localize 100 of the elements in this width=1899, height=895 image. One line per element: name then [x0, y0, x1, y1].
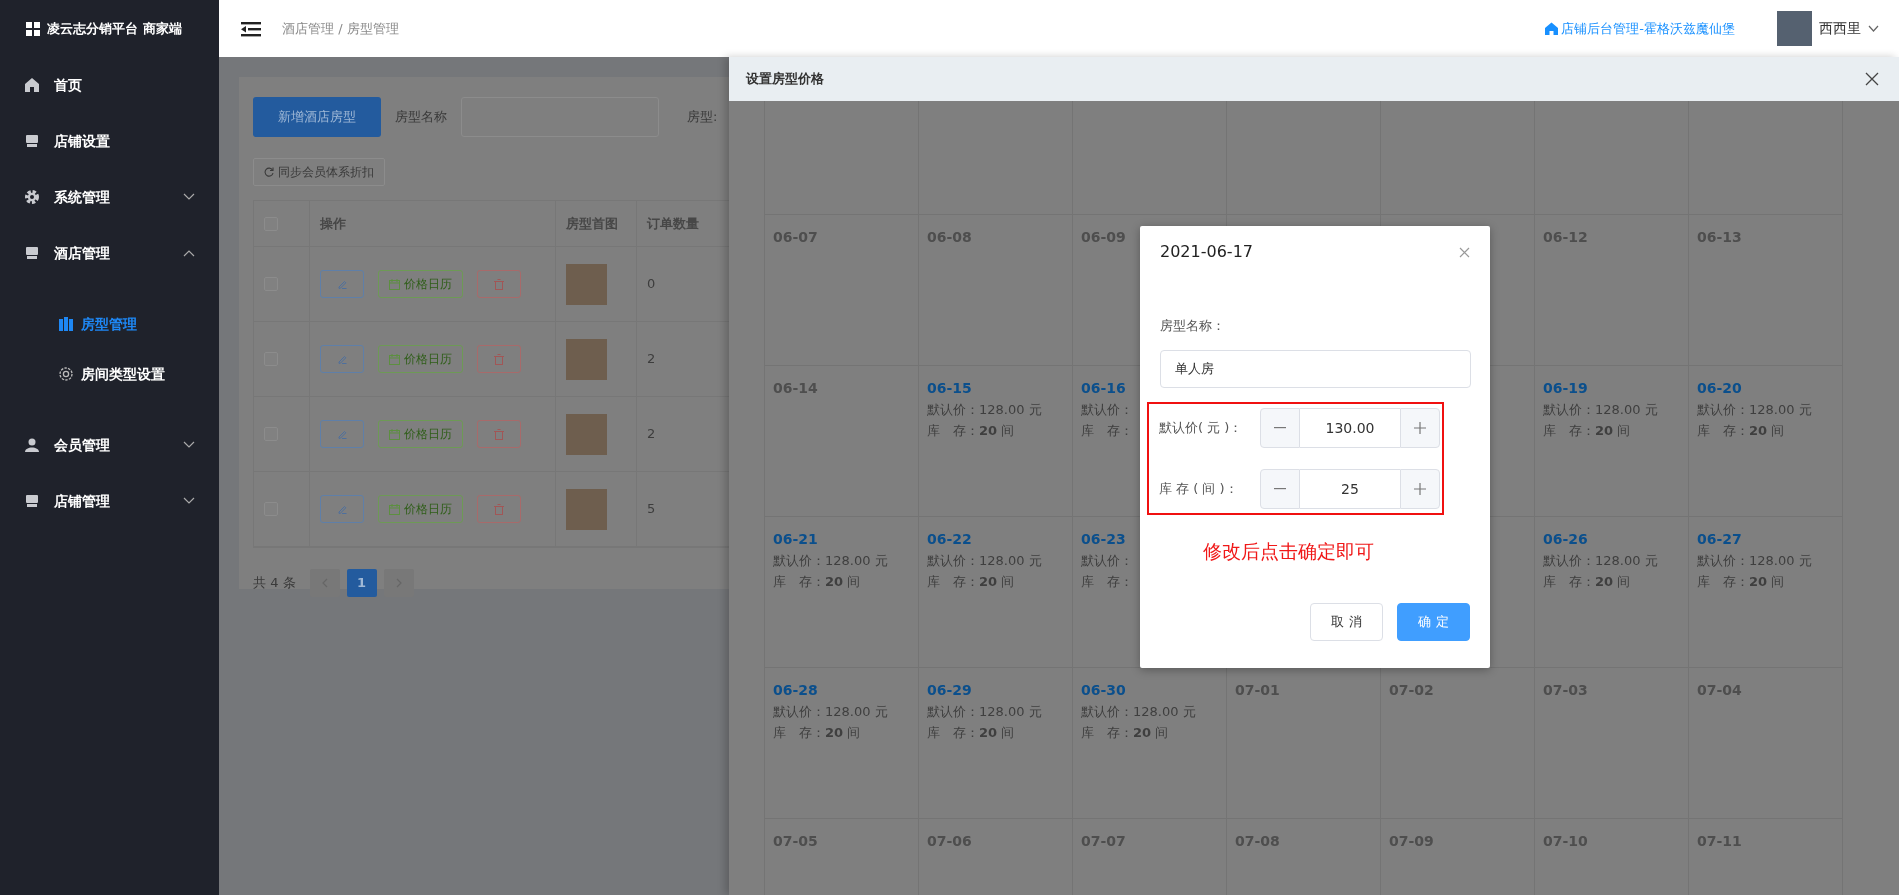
page-button[interactable]: 1: [346, 569, 377, 597]
calendar-icon: [389, 278, 400, 290]
total-count: 共 4 条: [253, 574, 296, 593]
submenu-item[interactable]: 房型管理: [0, 299, 219, 349]
chevron-icon: [183, 249, 195, 257]
minus-button[interactable]: [1260, 407, 1300, 448]
edit-button[interactable]: [320, 345, 364, 373]
calendar-icon: [389, 503, 400, 515]
price-calendar-button[interactable]: 价格日历: [378, 420, 463, 448]
order-count: 2: [646, 350, 657, 369]
calendar-date[interactable]: 06-26: [1543, 529, 1680, 550]
photo-placeholder: [566, 263, 607, 305]
plus-button[interactable]: [1400, 407, 1440, 448]
column-header: 房型首图: [556, 201, 637, 246]
calendar-date[interactable]: 06-27: [1697, 529, 1834, 550]
price-calendar-button[interactable]: 价格日历: [378, 270, 463, 298]
calendar-date[interactable]: 06-29: [927, 680, 1064, 701]
submenu-item[interactable]: 房间类型设置: [0, 349, 219, 399]
stock-count: 库 存：20 间: [1697, 573, 1785, 591]
calendar-date[interactable]: 06-22: [927, 529, 1064, 550]
order-count: 5: [646, 500, 657, 519]
stock-count: 库 存：20 间: [773, 573, 861, 591]
price-calendar-button[interactable]: 价格日历: [378, 495, 463, 523]
default-price: 默认价：: [1081, 401, 1133, 419]
menu-item[interactable]: 店铺管理: [0, 473, 219, 529]
order-count: 2: [646, 425, 657, 444]
field-label: 房型名称：: [1160, 317, 1226, 335]
edit-button[interactable]: [320, 270, 364, 298]
default-price: 默认价：128.00 元: [773, 552, 888, 570]
number-field[interactable]: 25: [1300, 468, 1400, 509]
close-icon: [1865, 72, 1879, 86]
edit-button[interactable]: [320, 495, 364, 523]
chevron-icon[interactable]: [1868, 25, 1879, 32]
close-button[interactable]: [1865, 72, 1879, 86]
user-name[interactable]: 西西里: [1819, 18, 1861, 39]
minus-button[interactable]: [1260, 468, 1300, 509]
menu-icon[interactable]: [241, 20, 261, 37]
avatar[interactable]: [1777, 11, 1812, 46]
field-label: 库 存 ( 间 )：: [1159, 479, 1239, 498]
close-icon: [1459, 247, 1470, 258]
default-price: 默认价：: [1081, 552, 1133, 570]
sync-discount-button[interactable]: 同步会员体系折扣: [253, 158, 385, 186]
default-price: 默认价：128.00 元: [927, 552, 1042, 570]
confirm-button[interactable]: 确 定: [1397, 603, 1470, 641]
field-label: 房型名称: [395, 108, 447, 127]
annotation-text: 修改后点击确定即可: [1203, 538, 1374, 564]
photo-placeholder: [566, 338, 607, 380]
user-icon: [24, 437, 40, 453]
calendar-date[interactable]: 06-21: [773, 529, 910, 550]
plus-icon: [1414, 482, 1426, 495]
calendar-date[interactable]: 06-19: [1543, 378, 1680, 399]
calendar-date[interactable]: 06-30: [1081, 680, 1218, 701]
shop-link[interactable]: 店铺后台管理-霍格沃兹魔仙堡: [1544, 18, 1735, 39]
stock-count: 库 存：20 间: [927, 724, 1015, 742]
dialog-title: 2021-06-17: [1160, 241, 1253, 263]
pencil-icon: [337, 354, 347, 364]
stock-count: 库 存：20 间: [927, 573, 1015, 591]
order-count: 0: [646, 275, 657, 294]
number-field[interactable]: 130.00: [1300, 407, 1400, 448]
delete-button[interactable]: [477, 270, 521, 298]
default-price: 默认价：128.00 元: [1543, 552, 1658, 570]
stock-count: 库 存：: [1081, 573, 1133, 591]
chevron-icon: [183, 497, 195, 505]
store-icon: [24, 245, 40, 261]
default-price: 默认价：128.00 元: [927, 703, 1042, 721]
store-icon: [24, 133, 40, 149]
menu-item[interactable]: 店铺设置: [0, 113, 219, 169]
menu-item[interactable]: 会员管理: [0, 417, 219, 473]
room-name-field[interactable]: 单人房: [1160, 349, 1471, 388]
plus-button[interactable]: [1400, 468, 1440, 509]
default-price: 默认价：128.00 元: [1697, 552, 1812, 570]
calendar-icon: [389, 428, 400, 440]
stock-count: 库 存：: [1081, 422, 1133, 440]
add-room-type-button[interactable]: 新增酒店房型: [253, 97, 381, 137]
gear-outline-icon: [58, 366, 74, 382]
menu-item[interactable]: 首页: [0, 57, 219, 113]
pencil-icon: [337, 279, 347, 289]
minus-icon: [1274, 426, 1286, 429]
calendar-date[interactable]: 06-28: [773, 680, 910, 701]
home-icon: [1544, 22, 1558, 35]
cancel-button[interactable]: 取 消: [1310, 603, 1383, 641]
menu-item[interactable]: 酒店管理: [0, 225, 219, 281]
calendar-date[interactable]: 06-20: [1697, 378, 1834, 399]
photo-placeholder: [566, 413, 607, 455]
trash-icon: [494, 428, 504, 440]
minus-icon: [1274, 487, 1286, 490]
photo-placeholder: [566, 488, 607, 530]
default-price: 默认价：128.00 元: [773, 703, 888, 721]
default-price: 默认价：128.00 元: [927, 401, 1042, 419]
price-calendar-button[interactable]: 价格日历: [378, 345, 463, 373]
calendar-date[interactable]: 06-15: [927, 378, 1064, 399]
delete-button[interactable]: [477, 420, 521, 448]
pencil-icon: [337, 504, 347, 514]
stock-count: 库 存：20 间: [927, 422, 1015, 440]
menu-item[interactable]: 系统管理: [0, 169, 219, 225]
delete-button[interactable]: [477, 495, 521, 523]
stock-count: 库 存：20 间: [1697, 422, 1785, 440]
delete-button[interactable]: [477, 345, 521, 373]
edit-button[interactable]: [320, 420, 364, 448]
default-price: 默认价：128.00 元: [1697, 401, 1812, 419]
